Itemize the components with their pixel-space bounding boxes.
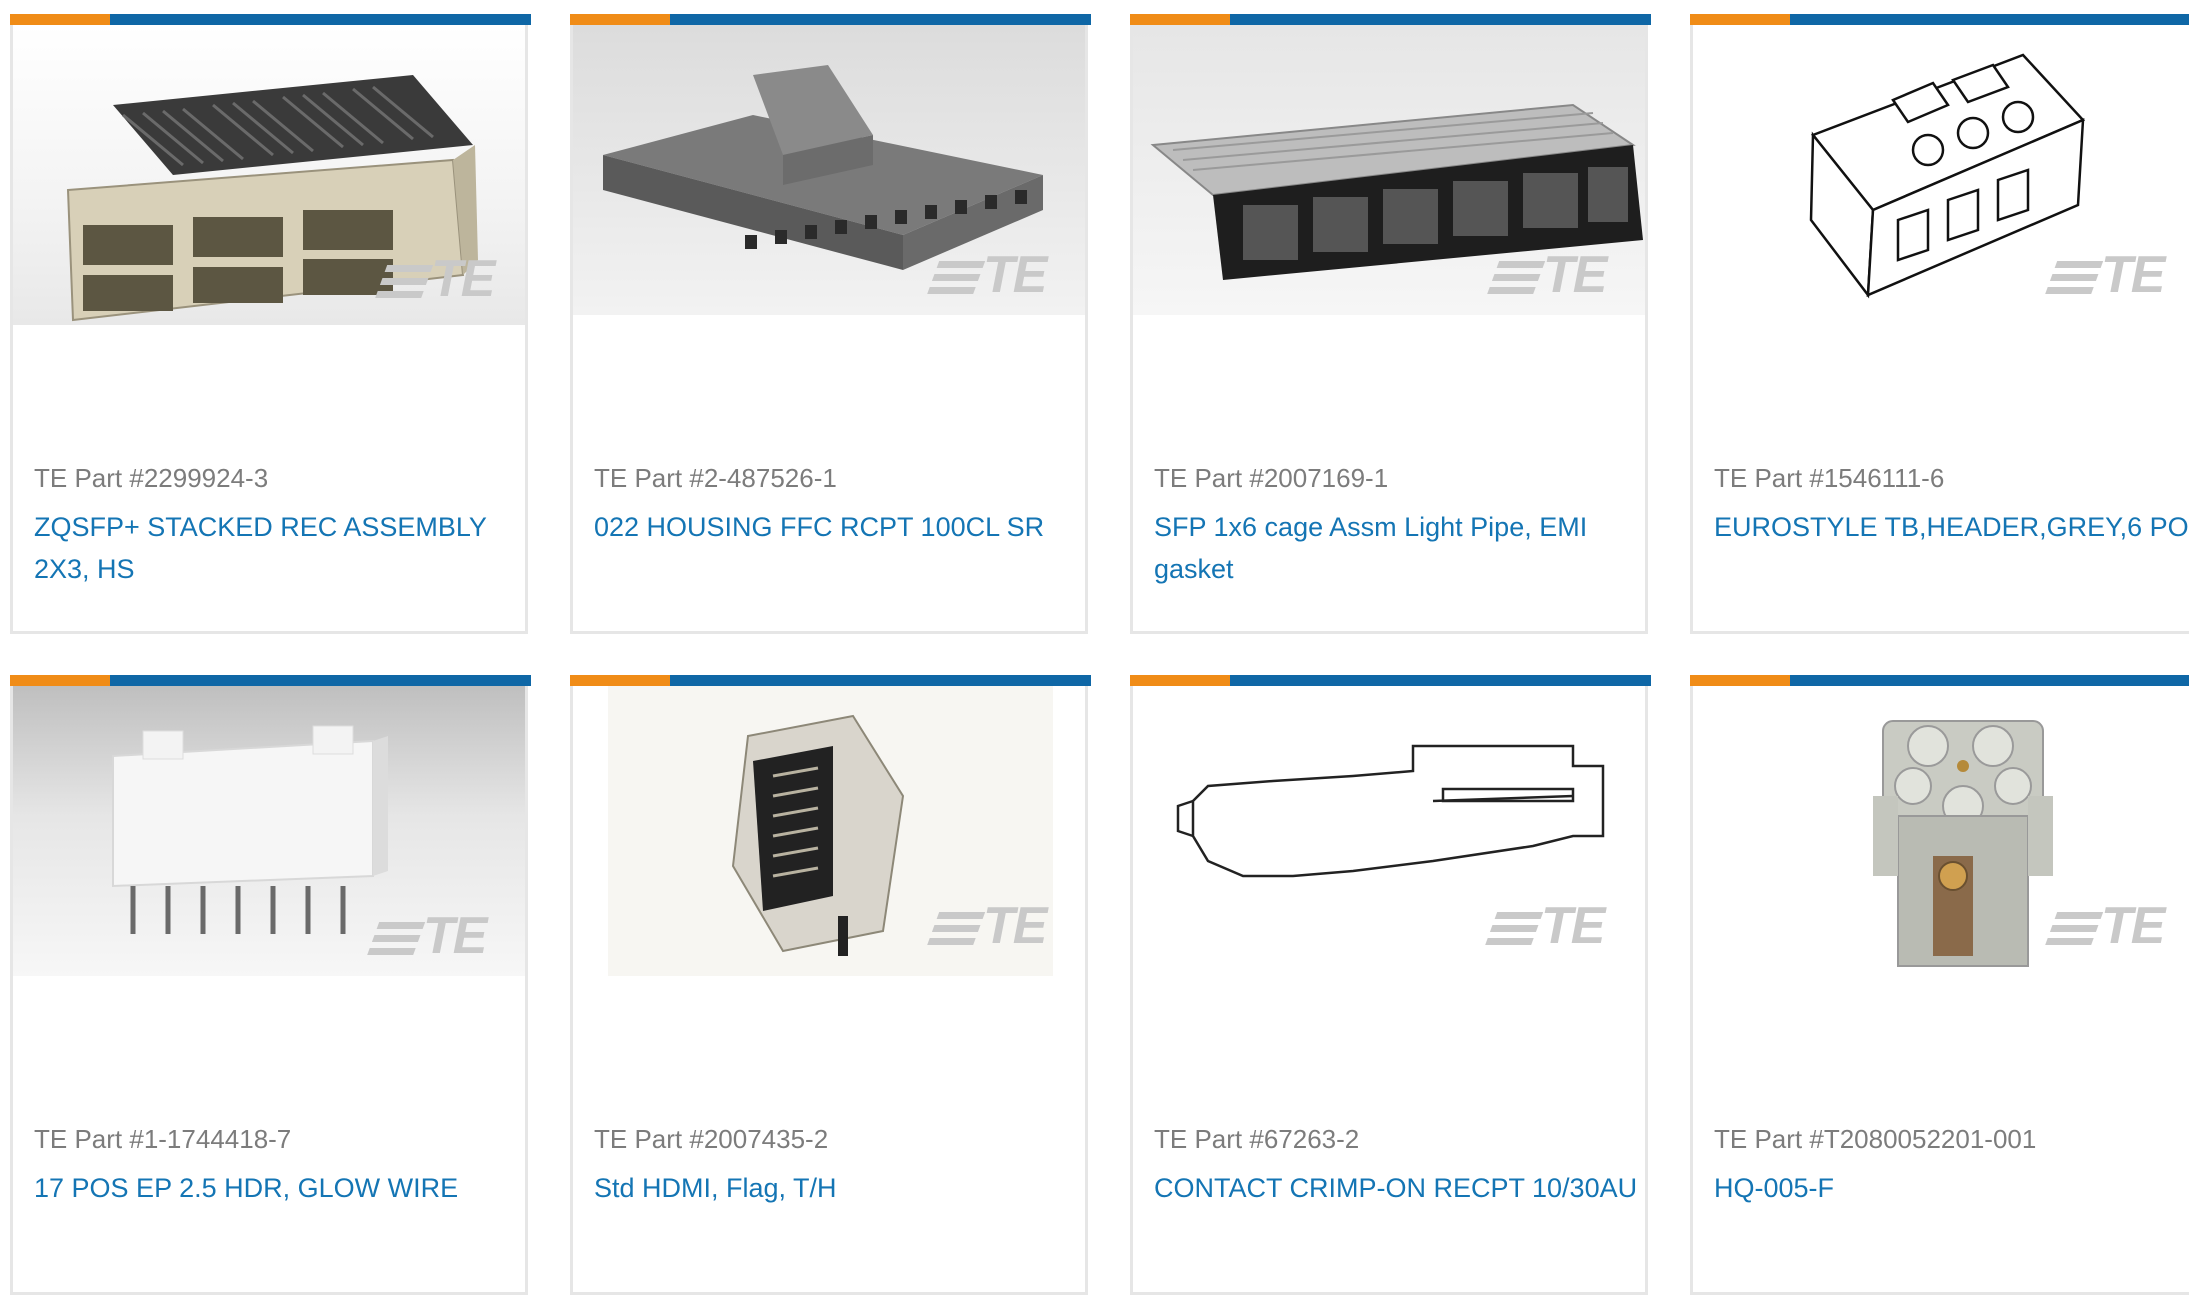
product-image-2[interactable]: TE: [573, 25, 1085, 325]
part-number: TE Part #1546111-6: [1714, 463, 1945, 493]
card-top-bar: [1690, 14, 2189, 25]
card-top-bar-accent: [1130, 675, 1230, 686]
card-top-bar: [1130, 14, 1651, 25]
te-logo-watermark: TE: [926, 245, 1047, 305]
product-card-8[interactable]: TE TE Part #T2080052201-001 HQ-005-F: [1690, 675, 2189, 1295]
product-image-8[interactable]: TE: [1693, 686, 2189, 986]
product-card-5[interactable]: TE TE Part #1-1744418-7 17 POS EP 2.5 HD…: [10, 675, 531, 1295]
product-description-link[interactable]: HQ-005-F: [1714, 1167, 2189, 1209]
part-number: TE Part #2299924-3: [34, 463, 269, 493]
product-card-1[interactable]: TE TE Part #2299924-3 ZQSFP+ STACKED REC…: [10, 14, 531, 634]
card-top-bar: [570, 14, 1091, 25]
part-number: TE Part #2-487526-1: [594, 463, 837, 493]
product-image-1[interactable]: TE: [13, 25, 525, 325]
product-description-link[interactable]: SFP 1x6 cage Assm Light Pipe, EMI gasket: [1154, 506, 1644, 590]
product-description-link[interactable]: CONTACT CRIMP-ON RECPT 10/30AU: [1154, 1167, 1644, 1209]
card-top-bar-accent: [1690, 675, 1790, 686]
product-card-3[interactable]: TE TE Part #2007169-1 SFP 1x6 cage Assm …: [1130, 14, 1651, 634]
te-logo-watermark: TE: [1484, 896, 1605, 956]
card-top-bar: [570, 675, 1091, 686]
part-number: TE Part #2007169-1: [1154, 463, 1389, 493]
card-top-bar-accent: [1690, 14, 1790, 25]
product-card-7[interactable]: TE TE Part #67263-2 CONTACT CRIMP-ON REC…: [1130, 675, 1651, 1295]
card-top-bar-accent: [1130, 14, 1230, 25]
part-number: TE Part #2007435-2: [594, 1124, 829, 1154]
product-description-link[interactable]: 022 HOUSING FFC RCPT 100CL SR: [594, 506, 1084, 548]
product-image-6[interactable]: TE: [573, 686, 1085, 986]
te-logo-watermark: TE: [2044, 245, 2165, 305]
product-description-link[interactable]: 17 POS EP 2.5 HDR, GLOW WIRE: [34, 1167, 524, 1209]
card-top-bar-accent: [570, 675, 670, 686]
card-top-bar-accent: [570, 14, 670, 25]
te-logo-watermark: TE: [374, 249, 495, 309]
product-grid: TE TE Part #2299924-3 ZQSFP+ STACKED REC…: [0, 0, 2189, 1295]
product-card-6[interactable]: TE TE Part #2007435-2 Std HDMI, Flag, T/…: [570, 675, 1091, 1295]
part-number: TE Part #67263-2: [1154, 1124, 1360, 1154]
card-top-bar: [10, 675, 531, 686]
part-number: TE Part #1-1744418-7: [34, 1124, 292, 1154]
product-image-4[interactable]: TE: [1693, 25, 2189, 325]
card-top-bar-accent: [10, 675, 110, 686]
te-logo-watermark: TE: [2044, 896, 2165, 956]
product-image-3[interactable]: TE: [1133, 25, 1645, 325]
part-number: TE Part #T2080052201-001: [1714, 1124, 2037, 1154]
card-top-bar: [10, 14, 531, 25]
product-description-link[interactable]: EUROSTYLE TB,HEADER,GREY,6 POS: [1714, 506, 2189, 548]
product-card-2[interactable]: TE TE Part #2-487526-1 022 HOUSING FFC R…: [570, 14, 1091, 634]
product-image-5[interactable]: TE: [13, 686, 525, 986]
card-top-bar: [1130, 675, 1651, 686]
product-image-7[interactable]: TE: [1133, 686, 1645, 986]
te-logo-watermark: TE: [1486, 245, 1607, 305]
card-top-bar-accent: [10, 14, 110, 25]
te-logo-watermark: TE: [366, 906, 487, 966]
product-description-link[interactable]: ZQSFP+ STACKED REC ASSEMBLY 2X3, HS: [34, 506, 524, 590]
product-card-4[interactable]: TE TE Part #1546111-6 EUROSTYLE TB,HEADE…: [1690, 14, 2189, 634]
te-logo-watermark: TE: [926, 896, 1047, 956]
card-top-bar: [1690, 675, 2189, 686]
product-description-link[interactable]: Std HDMI, Flag, T/H: [594, 1167, 1084, 1209]
